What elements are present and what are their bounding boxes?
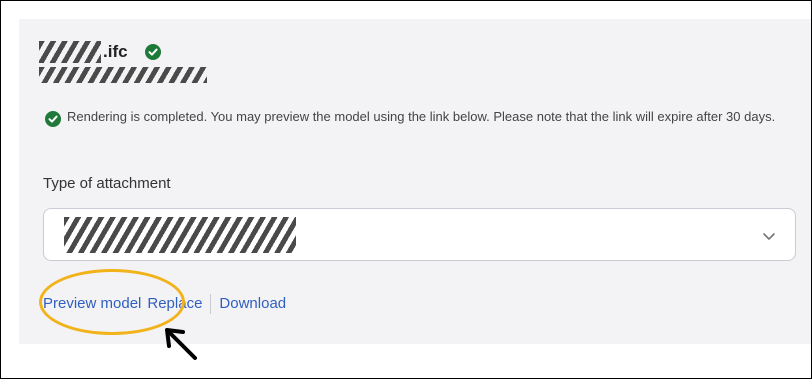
rendering-notice: Rendering is completed. You may preview … xyxy=(67,109,776,124)
arrow-icon xyxy=(161,324,199,367)
redacted-file-subtitle xyxy=(39,67,207,83)
attachment-type-label: Type of attachment xyxy=(43,175,171,192)
chevron-down-icon[interactable] xyxy=(761,228,777,249)
check-circle-icon xyxy=(45,111,61,127)
divider xyxy=(210,294,212,314)
redacted-selected-value xyxy=(64,217,296,253)
attachment-card: .ifc Rendering is completed. You may pre… xyxy=(19,19,811,344)
redacted-file-name xyxy=(39,41,101,63)
attachment-actions: Preview model Replace Download xyxy=(43,294,286,314)
check-circle-icon xyxy=(145,44,161,60)
attachment-type-select[interactable] xyxy=(43,208,796,261)
preview-model-link[interactable]: Preview model xyxy=(43,294,141,314)
screenshot-frame: .ifc Rendering is completed. You may pre… xyxy=(0,0,812,379)
download-link[interactable]: Download xyxy=(219,294,286,314)
file-extension: .ifc xyxy=(103,42,128,61)
replace-link[interactable]: Replace xyxy=(147,294,202,314)
